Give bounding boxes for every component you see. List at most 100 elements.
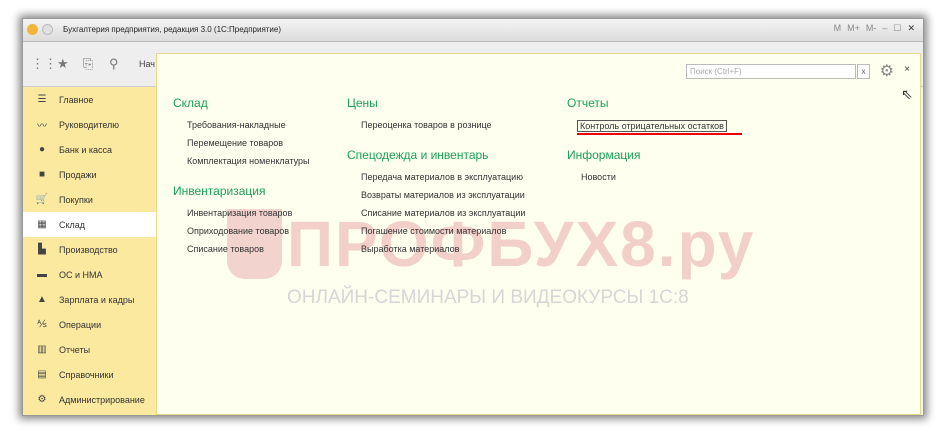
sidebar-item-label: Продажи <box>59 169 97 180</box>
window-title: Бухгалтерия предприятия, редакция 3.0 (1… <box>63 25 282 34</box>
section-column: Отчеты Контроль отрицательных остатков Инф… <box>567 96 742 190</box>
link-text: Инвентаризация товаров <box>187 208 293 218</box>
sidebar-item-label: Справочники <box>59 369 114 380</box>
sidebar-item-label: Зарплата и кадры <box>59 294 135 305</box>
section-link[interactable]: Перемещение товаров <box>187 138 310 156</box>
sidebar-item-label: Главное <box>59 94 94 105</box>
memory-icon[interactable]: M <box>834 23 842 34</box>
sidebar-item-label: Склад <box>59 219 86 230</box>
section-link[interactable]: Контроль отрицательных остатков <box>567 120 742 138</box>
section-link[interactable]: Списание материалов из эксплуатации <box>361 208 525 226</box>
section-link[interactable]: Переоценка товаров в рознице <box>361 120 525 138</box>
coin-icon: ● <box>38 144 46 155</box>
link-text: Новости <box>581 172 616 182</box>
sidebar: ☰ Главное 〰 Руководителю ● Банк и касса ■ Прода… <box>23 87 157 415</box>
cart-icon: 🛒 <box>35 194 49 205</box>
sidebar-item-label: Банк и касса <box>59 144 112 155</box>
sidebar-item[interactable]: 🛒 Покупки <box>23 187 156 212</box>
link-text: Списание товаров <box>187 244 264 254</box>
truck-icon: ▬ <box>37 269 47 280</box>
sidebar-item-label: Покупки <box>59 194 93 205</box>
section-link[interactable]: Передача материалов в эксплуатацию <box>361 172 525 190</box>
section-heading: Спецодежда и инвентарь <box>347 148 489 162</box>
books-icon: ▤ <box>37 369 47 380</box>
link-text: Комплектация номенклатуры <box>187 156 310 166</box>
section-column: Цены Переоценка товаров в рознице Спецодеж… <box>347 96 525 262</box>
sidebar-item[interactable]: ▲ Зарплата и кадры <box>23 287 156 312</box>
settings-gear-icon[interactable]: ⚙ <box>880 61 894 81</box>
operations-icon: ⅍ <box>37 319 47 330</box>
link-text: Выработка материалов <box>361 244 460 254</box>
section-link[interactable]: Требования-накладные <box>187 120 310 138</box>
memory-add-icon[interactable]: M+ <box>847 23 860 34</box>
apps-grid-icon[interactable]: ⋮⋮ <box>31 56 57 72</box>
search-input[interactable]: Поиск (Ctrl+F) <box>686 64 856 79</box>
bag-icon: ■ <box>38 169 46 180</box>
gear-icon: ⚙ <box>37 394 47 405</box>
section-heading: Информация <box>567 148 641 162</box>
section-link[interactable]: Инвентаризация товаров <box>187 208 310 226</box>
sidebar-item-label: Операции <box>59 319 102 330</box>
sidebar-item[interactable]: ▬ ОС и НМА <box>23 262 156 287</box>
section-link[interactable]: Погашение стоимости материалов <box>361 226 525 244</box>
link-text: Требования-накладные <box>187 120 286 130</box>
menu-icon: ☰ <box>37 94 47 105</box>
red-underline <box>577 133 742 135</box>
link-text: Передача материалов в эксплуатацию <box>361 172 523 182</box>
sidebar-item[interactable]: ● Банк и касса <box>23 137 156 162</box>
section-link[interactable]: Выработка материалов <box>361 244 525 262</box>
person-icon: ▲ <box>37 294 47 305</box>
sidebar-item[interactable]: ⅍ Операции <box>23 312 156 337</box>
section-link[interactable]: Новости <box>581 172 742 190</box>
watermark-tagline: ОНЛАЙН-СЕМИНАРЫ И ВИДЕОКУРСЫ 1С:8 <box>287 287 689 308</box>
sidebar-item[interactable]: ☰ Главное <box>23 87 156 112</box>
sidebar-item[interactable]: 〰 Руководителю <box>23 112 156 137</box>
memory-subtract-icon[interactable]: M- <box>866 23 877 34</box>
link-text: Погашение стоимости материалов <box>361 226 507 236</box>
factory-icon: ▙ <box>38 244 46 255</box>
favorites-star-icon[interactable]: ★ <box>57 56 69 72</box>
sidebar-item[interactable]: ■ Продажи <box>23 162 156 187</box>
section-heading: Цены <box>347 96 378 110</box>
search-icon[interactable]: ⚲ <box>109 56 119 72</box>
search-clear-button[interactable]: x <box>857 64 870 79</box>
app-window: Бухгалтерия предприятия, редакция 3.0 (1… <box>22 18 924 416</box>
sidebar-item-label: Руководителю <box>59 119 120 130</box>
window-close-icon[interactable]: ✕ <box>907 23 915 34</box>
warehouse-icon: ▦ <box>37 219 47 230</box>
link-text: Контроль отрицательных остатков <box>577 120 727 132</box>
link-text: Списание материалов из эксплуатации <box>361 208 526 218</box>
section-link[interactable]: Возвраты материалов из эксплуатации <box>361 190 525 208</box>
sidebar-item-label: Администрирование <box>59 394 145 405</box>
minimize-icon[interactable]: – <box>882 23 887 34</box>
maximize-icon[interactable]: ☐ <box>893 23 901 34</box>
sidebar-item-label: Отчеты <box>59 344 91 355</box>
sidebar-item[interactable]: ▥ Отчеты <box>23 337 156 362</box>
bar-chart-icon: ▥ <box>37 344 47 355</box>
sidebar-item-label: ОС и НМА <box>59 269 103 280</box>
sidebar-item[interactable]: ▙ Производство <box>23 237 156 262</box>
section-column: Склад Требования-накладные Перемещение тов… <box>173 96 310 262</box>
section-link[interactable]: Комплектация номенклатуры <box>187 156 310 174</box>
sidebar-item[interactable]: ▤ Справочники <box>23 362 156 387</box>
section-heading: Склад <box>173 96 208 110</box>
section-link[interactable]: Списание товаров <box>187 244 310 262</box>
section-heading: Инвентаризация <box>173 184 266 198</box>
section-heading: Отчеты <box>567 96 609 110</box>
history-icon[interactable]: ⎘ <box>83 56 93 72</box>
title-bar: Бухгалтерия предприятия, редакция 3.0 (1… <box>23 19 923 42</box>
sidebar-item[interactable]: ⚙ Администрирование <box>23 387 156 412</box>
link-text: Оприходование товаров <box>187 226 290 236</box>
panel-close-button[interactable]: × <box>904 64 910 75</box>
trend-icon: 〰 <box>37 121 47 132</box>
start-page-tab[interactable]: Нач <box>139 59 155 69</box>
link-text: Перемещение товаров <box>187 138 283 148</box>
link-text: Переоценка товаров в рознице <box>361 120 492 130</box>
section-link[interactable]: Оприходование товаров <box>187 226 310 244</box>
mouse-cursor-icon: ⇖ <box>901 86 913 102</box>
sidebar-item[interactable]: ▦ Склад <box>23 212 156 237</box>
1c-logo-icon <box>27 24 38 35</box>
section-panel: ПРОФБУХ8.ру ОНЛАЙН-СЕМИНАРЫ И ВИДЕОКУРСЫ… <box>156 53 921 415</box>
menu-dropdown-icon[interactable] <box>42 24 53 35</box>
sidebar-item-label: Производство <box>59 244 118 255</box>
